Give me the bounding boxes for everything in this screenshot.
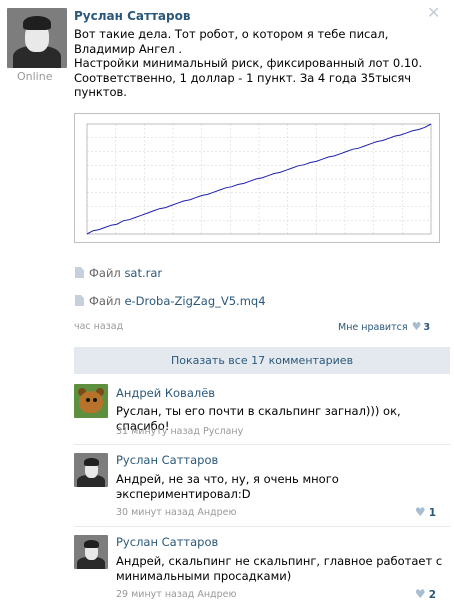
like-count: 3: [423, 322, 431, 333]
post-text-line: пунктов.: [74, 85, 127, 99]
online-status: Online: [17, 70, 53, 83]
file-attachment[interactable]: Файл sat.rar: [75, 266, 162, 280]
reply-to[interactable]: Андрею: [197, 507, 236, 518]
comment-like-button[interactable]: ♥ 2: [415, 587, 436, 601]
wall-post: Online Руслан Саттаров ✕ Вот такие дела.…: [0, 0, 454, 608]
file-icon: [75, 267, 84, 278]
show-all-comments-button[interactable]: Показать все 17 комментариев: [74, 347, 450, 374]
commenter-avatar[interactable]: [74, 535, 108, 569]
file-attachment[interactable]: Файл e-Droba-ZigZag_V5.mq4: [75, 294, 266, 308]
comment-time[interactable]: 29 минут назад: [116, 589, 194, 600]
like-label: Мне нравится: [338, 322, 408, 333]
comment-text-line: минимальными просадками): [116, 568, 292, 583]
comment-text-line: Андрей, не за что, ну, я очень много: [116, 472, 339, 486]
author-avatar[interactable]: [7, 8, 67, 68]
comment-meta: 29 минут назад Андрею: [116, 589, 237, 600]
file-label: Файл: [89, 294, 121, 308]
equity-chart-image[interactable]: [74, 113, 440, 243]
comment-meta: 30 минут назад Андрею: [116, 507, 237, 518]
reply-to[interactable]: Руслану: [203, 426, 243, 437]
comment: Андрей Ковалёв Руслан, ты его почти в ск…: [74, 384, 450, 440]
comment-author[interactable]: Руслан Саттаров: [116, 453, 218, 467]
comment: Руслан Саттаров Андрей, не за что, ну, я…: [74, 453, 450, 523]
reply-to[interactable]: Андрею: [197, 589, 236, 600]
equity-chart: [86, 123, 432, 235]
like-button[interactable]: Мне нравится ♥ 3: [338, 320, 430, 333]
commenter-avatar[interactable]: [74, 384, 108, 418]
comment-time[interactable]: 30 минут назад: [116, 507, 194, 518]
file-icon: [75, 295, 84, 306]
comment-text: Андрей, скальпинг не скальпинг, главное …: [116, 554, 448, 583]
post-author[interactable]: Руслан Саттаров: [74, 9, 190, 23]
comment-author[interactable]: Андрей Ковалёв: [116, 386, 215, 400]
comment-text-line: Андрей, скальпинг не скальпинг, главное …: [116, 554, 443, 568]
comment-divider: [74, 526, 450, 527]
close-icon[interactable]: ✕: [427, 3, 440, 22]
comment-author[interactable]: Руслан Саттаров: [116, 535, 218, 549]
file-name[interactable]: sat.rar: [124, 266, 162, 280]
comment-like-count: 1: [428, 507, 436, 519]
comment-text-line: экспериментировал:D: [116, 486, 251, 501]
comment-like-button[interactable]: ♥ 1: [415, 505, 436, 519]
heart-icon: ♥: [411, 320, 422, 333]
file-label: Файл: [89, 266, 121, 280]
post-text-line: Соответственно, 1 доллар - 1 пункт. За 4…: [74, 70, 412, 85]
post-time[interactable]: час назад: [74, 321, 123, 332]
post-text-line: Владимир Ангел .: [74, 41, 182, 56]
heart-icon: ♥: [414, 505, 426, 519]
comment-time[interactable]: 31 минуту назад: [116, 426, 200, 437]
comment: Руслан Саттаров Андрей, скальпинг не ска…: [74, 535, 450, 605]
post-text-line: Вот такие дела. Тот робот, о котором я т…: [74, 27, 389, 41]
heart-icon: ♥: [414, 587, 426, 601]
commenter-avatar[interactable]: [74, 453, 108, 487]
comment-divider: [74, 444, 450, 445]
file-name[interactable]: e-Droba-ZigZag_V5.mq4: [124, 294, 265, 308]
comment-meta: 31 минуту назад Руслану: [116, 426, 243, 437]
post-text-line: Настройки минимальный риск, фиксированны…: [74, 56, 423, 70]
post-text: Вот такие дела. Тот робот, о котором я т…: [74, 27, 444, 100]
comment-like-count: 2: [428, 589, 436, 601]
comment-text: Андрей, не за что, ну, я очень много экс…: [116, 472, 448, 501]
